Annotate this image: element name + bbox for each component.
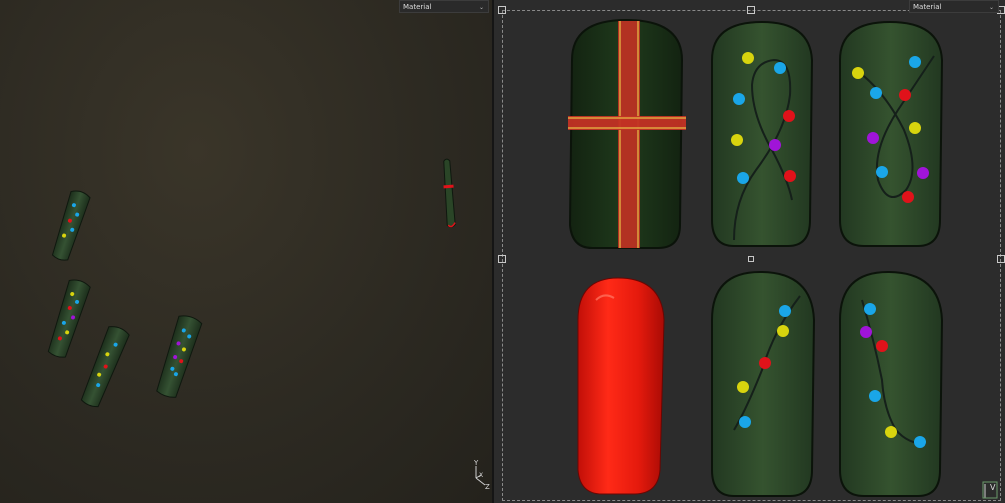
viewport-3d[interactable]: Y X Z Material ⌄ (0, 0, 492, 503)
shading-mode-dropdown[interactable]: Material ⌄ (909, 0, 999, 13)
selection-handle-icon[interactable] (747, 6, 755, 14)
nail-model[interactable] (50, 189, 91, 263)
nail-model[interactable] (154, 313, 203, 399)
chevron-down-icon: ⌄ (478, 4, 484, 11)
axis-label-y: Y (473, 459, 479, 467)
selection-handle-icon[interactable] (997, 255, 1005, 263)
nail-model-side[interactable] (442, 158, 457, 228)
uv-viewport[interactable]: V Material ⌄ (494, 0, 1005, 503)
viewport-3d-canvas[interactable]: Y X Z (0, 0, 492, 503)
nail-model[interactable] (79, 324, 130, 409)
nail-model[interactable] (46, 278, 91, 360)
selection-pivot-icon[interactable] (748, 256, 754, 262)
selection-handle-icon[interactable] (498, 255, 506, 263)
shading-mode-label: Material (913, 3, 942, 11)
shading-mode-dropdown[interactable]: Material ⌄ (399, 0, 489, 13)
axis-label-x: X (479, 472, 483, 479)
selection-handle-icon[interactable] (498, 6, 506, 14)
axis-label-z: Z (485, 483, 490, 491)
shading-mode-label: Material (403, 3, 432, 11)
axis-gizmo-icon: Y X Z (473, 459, 490, 491)
chevron-down-icon: ⌄ (988, 4, 994, 11)
